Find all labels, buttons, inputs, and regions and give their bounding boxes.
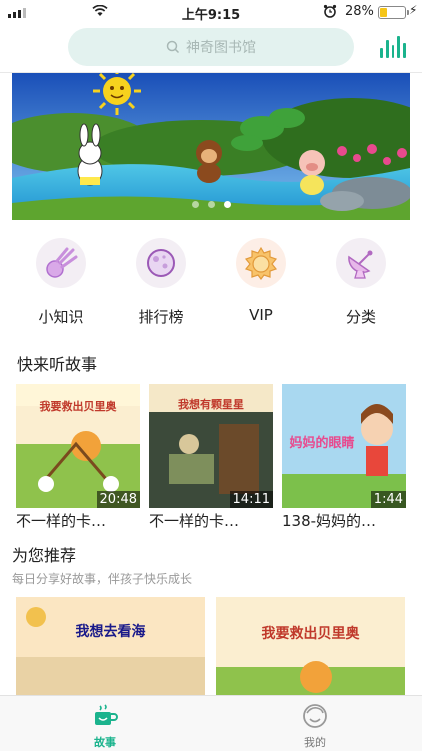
charging-icon: ⚡ xyxy=(409,3,418,17)
story-duration: 1:44 xyxy=(370,491,406,508)
recommend-card[interactable]: 我想去看海 xyxy=(16,597,205,697)
carousel-dot[interactable] xyxy=(191,201,199,208)
section-subtitle: 每日分享好故事，伴孩子快乐成长 xyxy=(12,572,193,586)
alarm-icon xyxy=(323,4,337,18)
battery-percent: 28% xyxy=(345,4,374,19)
category-knowledge[interactable]: 小知识 xyxy=(16,238,106,327)
category-vip[interactable]: VIP xyxy=(216,238,306,324)
cover-title: 我要救出贝里奥 xyxy=(39,400,117,413)
story-caption: 138-妈妈的… xyxy=(282,512,377,530)
carousel-dot-active[interactable] xyxy=(223,201,231,208)
story-duration: 20:48 xyxy=(96,491,140,508)
face-icon xyxy=(303,704,327,728)
moon-icon xyxy=(147,249,175,277)
category-row: 小知识 排行榜 VIP 分类 xyxy=(0,238,422,338)
story-cover: 我想有颗星星 14:11 xyxy=(149,384,273,508)
section-title-recommend: 为您推荐 xyxy=(12,546,77,565)
story-card[interactable]: 妈妈的眼睛 1:44 138-妈妈的… xyxy=(282,384,406,531)
banner-carousel[interactable] xyxy=(12,73,410,220)
story-cover: 我要救出贝里奥 20:48 xyxy=(16,384,140,508)
satellite-dish-icon xyxy=(348,250,373,279)
story-caption: 不一样的卡… xyxy=(16,512,107,530)
cover-illustration xyxy=(216,597,405,697)
section-title-listen: 快来听故事 xyxy=(17,355,98,374)
story-duration: 14:11 xyxy=(229,491,273,508)
story-caption: 不一样的卡… xyxy=(149,512,240,530)
category-ranking[interactable]: 排行榜 xyxy=(116,238,206,327)
carousel-dots xyxy=(12,201,410,208)
battery-icon xyxy=(378,6,409,19)
search-bar[interactable]: 神奇图书馆 xyxy=(68,28,354,66)
carousel-dot[interactable] xyxy=(207,201,215,208)
cover-title: 妈妈的眼睛 xyxy=(289,436,355,451)
tab-mine[interactable]: 我的 xyxy=(265,702,365,750)
cover-title: 我想有颗星星 xyxy=(178,398,244,411)
status-bar: 上午9:15 28% ⚡ xyxy=(0,0,422,24)
category-classify[interactable]: 分类 xyxy=(316,238,406,327)
banner-illustration xyxy=(12,73,410,220)
tab-story[interactable]: 故事 xyxy=(55,702,155,750)
search-placeholder: 神奇图书馆 xyxy=(186,40,256,56)
search-icon xyxy=(166,40,180,54)
tab-bar: 故事 我的 xyxy=(0,695,422,751)
story-card[interactable]: 我要救出贝里奥 20:48 不一样的卡… xyxy=(16,384,140,531)
sun-icon xyxy=(244,246,278,280)
cover-title: 我想去看海 xyxy=(75,624,146,640)
cover-title: 我要救出贝里奥 xyxy=(261,626,360,642)
comet-icon xyxy=(46,247,78,278)
ranking-bars-icon[interactable] xyxy=(380,36,406,58)
story-card[interactable]: 我想有颗星星 14:11 不一样的卡… xyxy=(149,384,273,531)
cup-icon xyxy=(95,704,118,725)
recommend-card[interactable]: 我要救出贝里奥 xyxy=(216,597,405,697)
cover-illustration xyxy=(16,597,205,697)
story-cover: 妈妈的眼睛 1:44 xyxy=(282,384,406,508)
